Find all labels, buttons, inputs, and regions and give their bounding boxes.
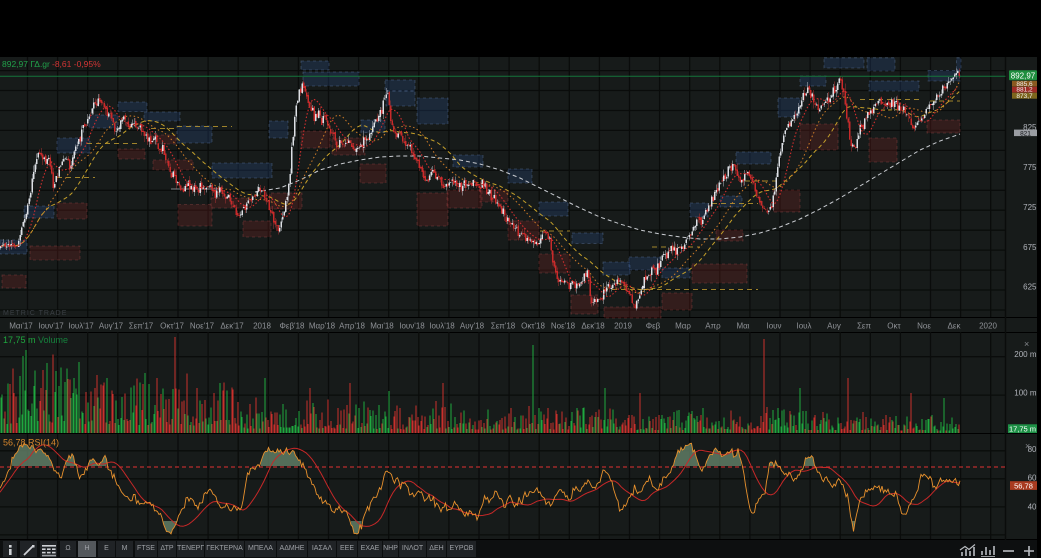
svg-text:725: 725 [1023, 203, 1037, 212]
svg-text:Φεβ: Φεβ [646, 322, 661, 331]
svg-text:Οκτ'17: Οκτ'17 [160, 322, 184, 331]
svg-text:56,78 RSI(14): 56,78 RSI(14) [3, 438, 59, 448]
svg-text:ΜΕΤRIC TRADE: ΜΕΤRIC TRADE [3, 310, 67, 317]
svg-text:Ιουλ'17: Ιουλ'17 [68, 322, 94, 331]
svg-text:-8,61 -0,95%: -8,61 -0,95% [52, 59, 101, 69]
svg-text:Οκτ'18: Οκτ'18 [521, 322, 545, 331]
svg-text:100 m: 100 m [1014, 388, 1037, 397]
svg-text:675: 675 [1023, 243, 1037, 252]
svg-text:Δεκ'18: Δεκ'18 [581, 322, 605, 331]
svg-text:Αυγ'18: Αυγ'18 [460, 322, 485, 331]
svg-text:Ιουν'17: Ιουν'17 [38, 322, 64, 331]
svg-text:200 m: 200 m [1014, 350, 1037, 359]
svg-text:892,97: 892,97 [1011, 71, 1036, 80]
svg-text:Οκτ: Οκτ [887, 322, 901, 331]
svg-text:56,78: 56,78 [1014, 481, 1033, 490]
svg-text:17,75 m: 17,75 m [1009, 425, 1036, 434]
svg-text:Αυγ: Αυγ [827, 322, 841, 331]
svg-text:Σεπ: Σεπ [857, 322, 872, 331]
svg-text:Ιουν'18: Ιουν'18 [399, 322, 425, 331]
svg-text:2020: 2020 [979, 322, 997, 331]
svg-text:Νοε'18: Νοε'18 [551, 322, 576, 331]
svg-text:2019: 2019 [614, 322, 632, 331]
svg-text:Μαρ: Μαρ [675, 322, 691, 331]
svg-text:Φεβ'18: Φεβ'18 [280, 322, 306, 331]
svg-text:892,97 ΓΔ.gr: 892,97 ΓΔ.gr [2, 59, 50, 69]
svg-text:Δεκ: Δεκ [948, 322, 962, 331]
svg-text:Νοε'17: Νοε'17 [190, 322, 215, 331]
svg-text:Δεκ'17: Δεκ'17 [220, 322, 244, 331]
svg-text:Σεπ'17: Σεπ'17 [129, 322, 154, 331]
svg-text:821: 821 [1020, 130, 1031, 137]
svg-text:Μαρ'18: Μαρ'18 [309, 322, 336, 331]
svg-text:Μαι'17: Μαι'17 [9, 322, 33, 331]
svg-text:775: 775 [1023, 163, 1037, 172]
svg-text:Ιουλ: Ιουλ [796, 322, 811, 331]
svg-text:625: 625 [1023, 283, 1037, 292]
svg-text:2018: 2018 [253, 322, 271, 331]
svg-text:Μαι'18: Μαι'18 [370, 322, 394, 331]
svg-text:Σεπ'18: Σεπ'18 [491, 322, 516, 331]
svg-text:Νοε: Νοε [917, 322, 931, 331]
svg-text:×: × [1025, 441, 1030, 451]
svg-text:Απρ'18: Απρ'18 [339, 322, 365, 331]
svg-text:40: 40 [1028, 503, 1037, 512]
svg-text:Αυγ'17: Αυγ'17 [99, 322, 124, 331]
svg-text:×: × [1024, 339, 1029, 349]
svg-text:Ιουλ'18: Ιουλ'18 [429, 322, 455, 331]
svg-text:17,75 m Volume: 17,75 m Volume [3, 335, 68, 345]
svg-text:Ιουν: Ιουν [766, 322, 781, 331]
svg-text:Μαι: Μαι [736, 322, 749, 331]
svg-text:Απρ: Απρ [705, 322, 721, 331]
svg-text:873,7: 873,7 [1016, 93, 1033, 100]
